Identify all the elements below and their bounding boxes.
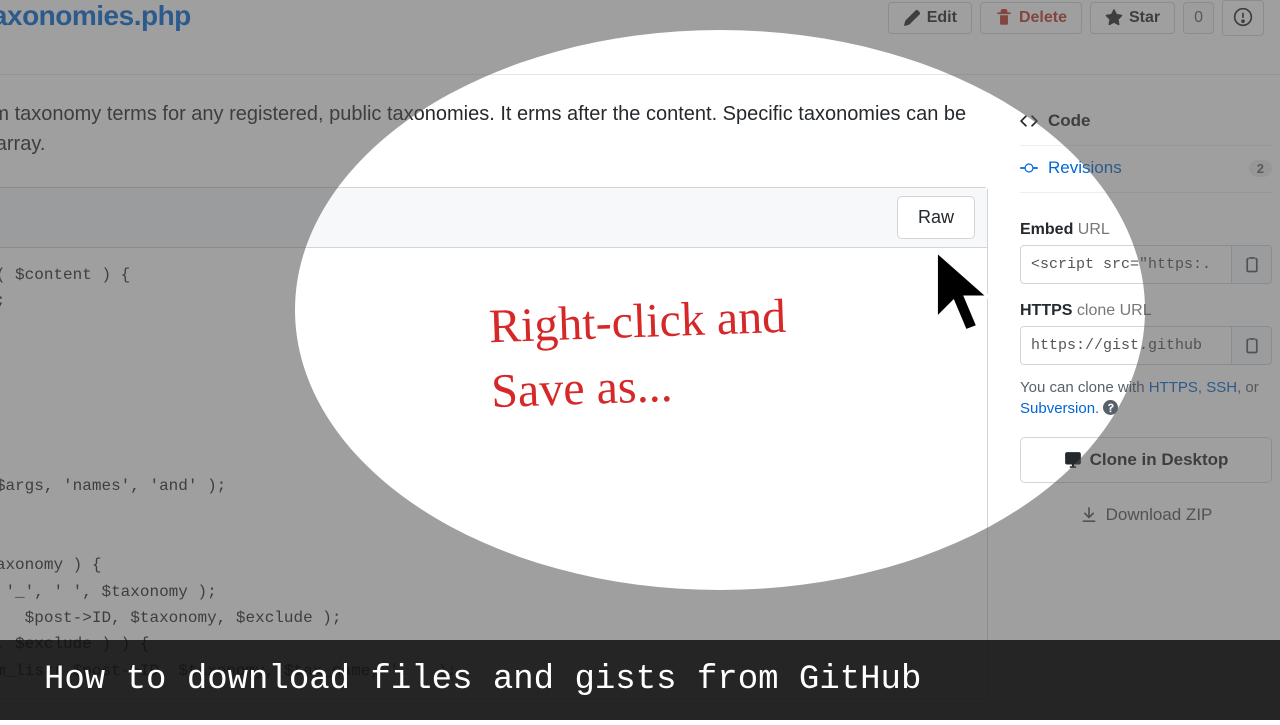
star-icon bbox=[1105, 9, 1123, 27]
clipboard-icon bbox=[1243, 256, 1261, 274]
clone-copy-button[interactable] bbox=[1232, 326, 1272, 365]
gist-description: et to automatically display custom taxon… bbox=[0, 99, 988, 159]
link-https[interactable]: HTTPS bbox=[1149, 379, 1198, 396]
edit-button[interactable]: Edit bbox=[888, 2, 972, 34]
link-subversion[interactable]: Subversion bbox=[1020, 400, 1095, 417]
clone-hint: You can clone with HTTPS, SSH, or Subver… bbox=[1020, 377, 1272, 419]
trash-icon bbox=[995, 9, 1013, 27]
download-icon bbox=[1080, 506, 1098, 524]
file-box: taxonomies.php Raw isplay_custom_taxonom… bbox=[0, 187, 988, 699]
gist-title[interactable]: isplay_custom_taxonomies.php bbox=[0, 0, 191, 32]
more-menu-button[interactable] bbox=[1222, 0, 1264, 36]
clone-label: HTTPS clone URL bbox=[1020, 302, 1272, 320]
clipboard-icon bbox=[1243, 337, 1261, 355]
embed-url-input[interactable] bbox=[1020, 245, 1232, 284]
revisions-badge: 2 bbox=[1249, 160, 1272, 177]
embed-label: Embed URL bbox=[1020, 221, 1272, 239]
clone-desktop-button[interactable]: Clone in Desktop bbox=[1020, 437, 1272, 483]
nav-code[interactable]: Code bbox=[1020, 99, 1272, 146]
desktop-icon bbox=[1064, 451, 1082, 469]
video-caption: How to download files and gists from Git… bbox=[0, 640, 1280, 720]
code-icon bbox=[1020, 112, 1038, 130]
raw-button[interactable]: Raw bbox=[897, 196, 975, 239]
help-icon[interactable] bbox=[1103, 400, 1118, 415]
download-zip-link[interactable]: Download ZIP bbox=[1020, 493, 1272, 537]
clone-url-input[interactable] bbox=[1020, 326, 1232, 365]
embed-copy-button[interactable] bbox=[1232, 245, 1272, 284]
delete-button[interactable]: Delete bbox=[980, 2, 1082, 34]
star-button[interactable]: Star bbox=[1090, 2, 1175, 34]
time-ago: ago bbox=[0, 34, 191, 50]
cursor-icon bbox=[932, 248, 996, 345]
pencil-icon bbox=[903, 9, 921, 27]
nav-revisions[interactable]: Revisions 2 bbox=[1020, 146, 1272, 193]
commit-icon bbox=[1020, 159, 1038, 177]
link-ssh[interactable]: SSH bbox=[1206, 379, 1237, 396]
alert-caret-icon bbox=[1233, 4, 1253, 30]
annotation-text: Right-click and Save as... bbox=[488, 285, 790, 425]
star-count: 0 bbox=[1183, 2, 1214, 34]
